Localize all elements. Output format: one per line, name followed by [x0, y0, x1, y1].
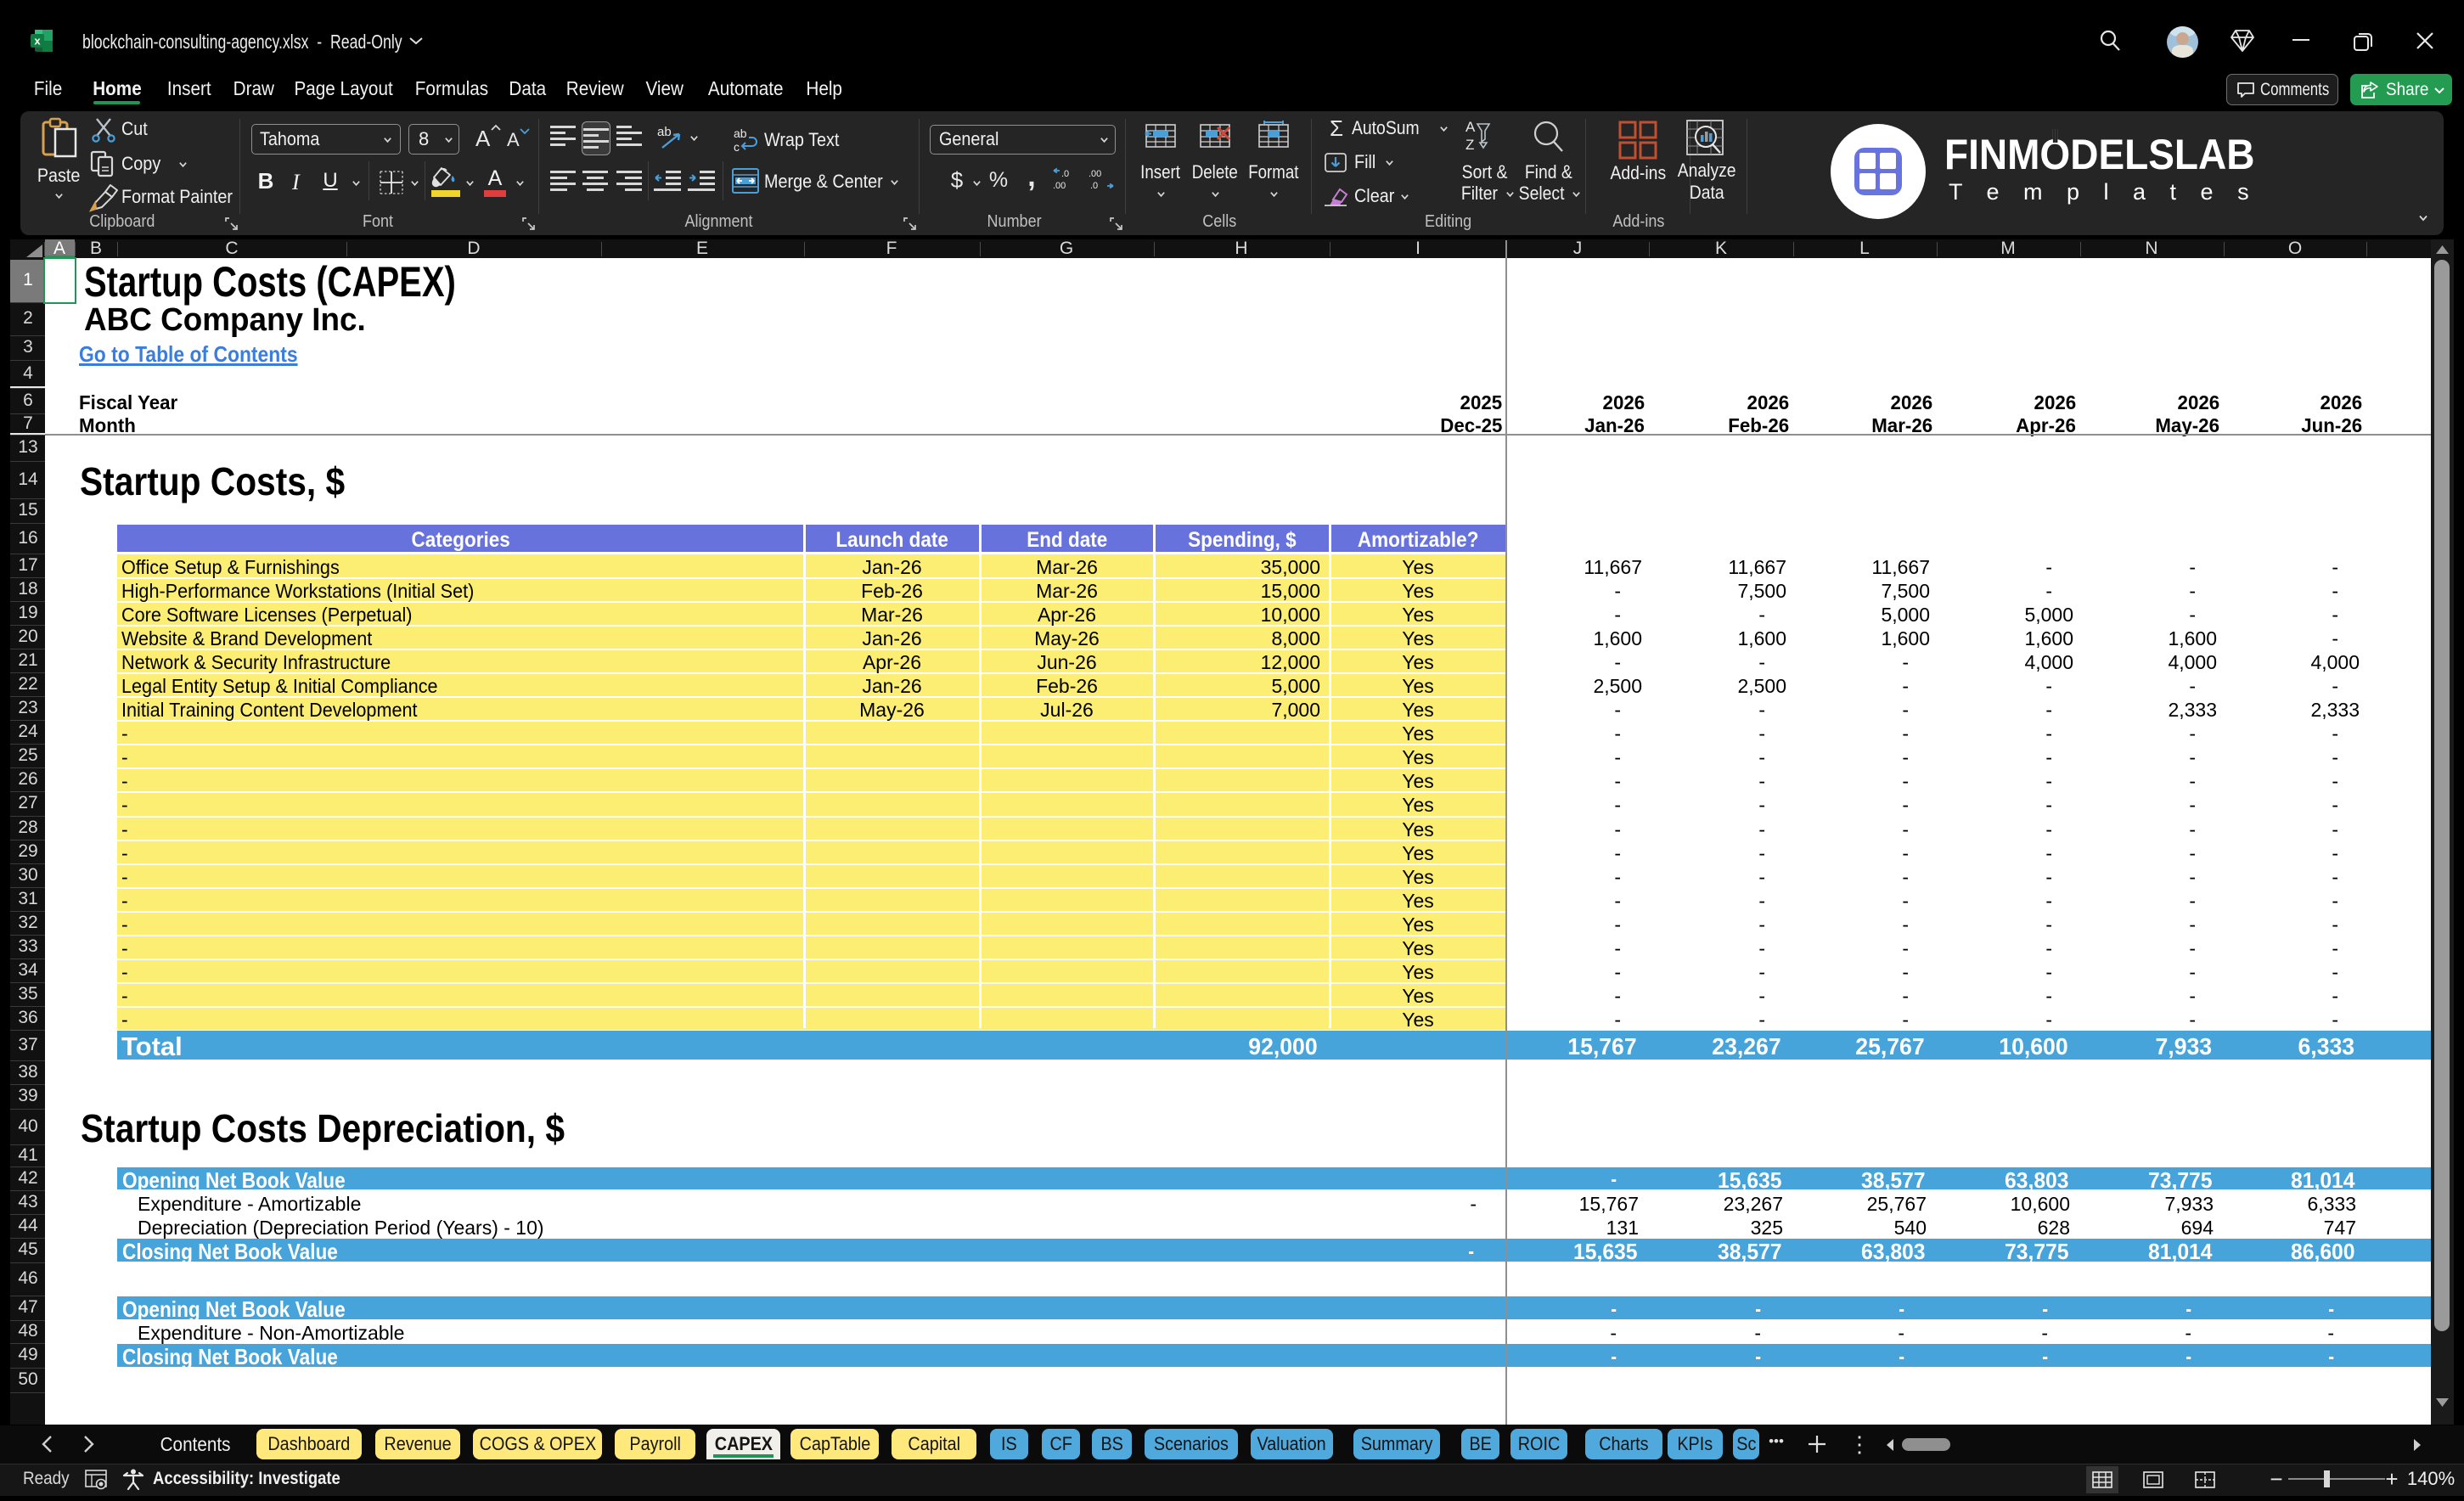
svg-text:x: x: [34, 35, 41, 48]
svg-text:A: A: [1465, 119, 1476, 135]
svg-text:ab: ab: [657, 125, 672, 139]
svg-text:ab: ab: [734, 126, 747, 140]
svg-text:Z: Z: [1465, 137, 1474, 153]
